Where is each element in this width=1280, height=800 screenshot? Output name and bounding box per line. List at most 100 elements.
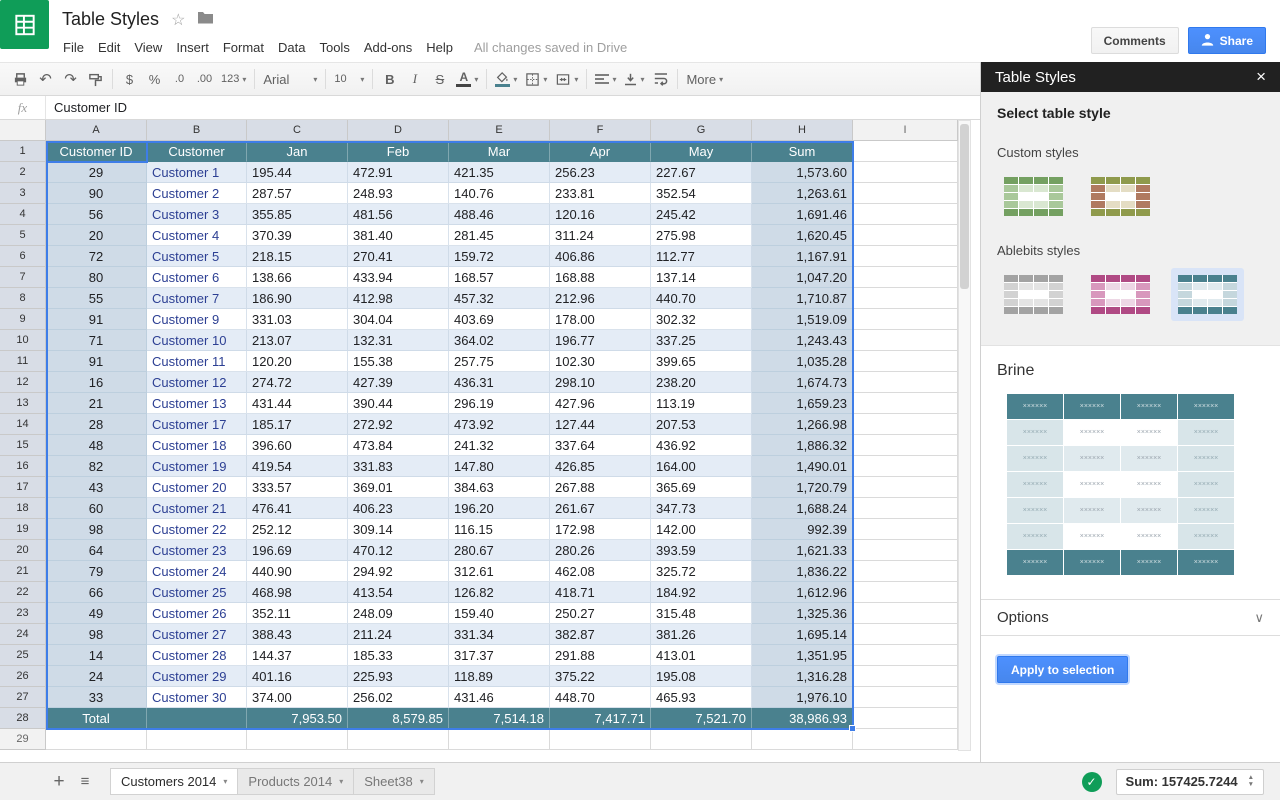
cell[interactable]: 71 [46, 330, 147, 351]
cell[interactable]: 120.20 [247, 351, 348, 372]
cell[interactable]: 1,167.91 [752, 246, 853, 267]
cell[interactable]: 470.12 [348, 540, 449, 561]
cell[interactable]: 333.57 [247, 477, 348, 498]
cell[interactable] [550, 729, 651, 750]
cell[interactable]: 195.08 [651, 666, 752, 687]
style-thumbnail-custom-green[interactable] [997, 170, 1070, 223]
menu-help[interactable]: Help [419, 40, 460, 55]
cell[interactable]: 403.69 [449, 309, 550, 330]
cell[interactable]: 144.37 [247, 645, 348, 666]
cell[interactable]: Customer 2 [147, 183, 247, 204]
cell[interactable]: 33 [46, 687, 147, 708]
cell[interactable]: 60 [46, 498, 147, 519]
cell[interactable]: 155.38 [348, 351, 449, 372]
cell[interactable]: 185.33 [348, 645, 449, 666]
formula-input[interactable]: Customer ID [46, 100, 127, 115]
cell[interactable]: 287.57 [247, 183, 348, 204]
decrease-decimal-button[interactable]: .0 [167, 66, 192, 92]
scrollbar-thumb[interactable] [960, 124, 969, 289]
cell[interactable]: 164.00 [651, 456, 752, 477]
font-size-select[interactable]: 10▾ [330, 66, 368, 92]
cell[interactable]: 280.26 [550, 540, 651, 561]
row-header-27[interactable]: 27 [0, 687, 46, 708]
cell[interactable]: Customer 6 [147, 267, 247, 288]
cell[interactable]: 168.57 [449, 267, 550, 288]
cell[interactable]: 245.42 [651, 204, 752, 225]
cell[interactable]: 1,620.45 [752, 225, 853, 246]
cell[interactable]: 388.43 [247, 624, 348, 645]
cell[interactable]: 374.00 [247, 687, 348, 708]
row-header-5[interactable]: 5 [0, 225, 46, 246]
row-header-16[interactable]: 16 [0, 456, 46, 477]
row-header-25[interactable]: 25 [0, 645, 46, 666]
cell[interactable]: 196.77 [550, 330, 651, 351]
cell[interactable]: 7,417.71 [550, 708, 651, 729]
cell[interactable]: 195.44 [247, 162, 348, 183]
grid-corner[interactable] [0, 120, 46, 141]
paint-format-button[interactable] [83, 66, 108, 92]
tab-dropdown-icon[interactable]: ▾ [339, 777, 343, 786]
cell[interactable]: 1,612.96 [752, 582, 853, 603]
cell[interactable] [853, 666, 958, 687]
cell[interactable]: 352.54 [651, 183, 752, 204]
row-header-12[interactable]: 12 [0, 372, 46, 393]
row-header-28[interactable]: 28 [0, 708, 46, 729]
row-header-11[interactable]: 11 [0, 351, 46, 372]
cell[interactable]: 413.54 [348, 582, 449, 603]
cell[interactable]: 465.93 [651, 687, 752, 708]
cell[interactable]: Sum [752, 141, 853, 162]
cell[interactable]: 431.44 [247, 393, 348, 414]
cell[interactable] [853, 456, 958, 477]
comments-button[interactable]: Comments [1091, 27, 1179, 54]
cell[interactable]: 138.66 [247, 267, 348, 288]
col-header-C[interactable]: C [247, 120, 348, 141]
cell[interactable] [853, 477, 958, 498]
cell[interactable]: 49 [46, 603, 147, 624]
menu-tools[interactable]: Tools [312, 40, 356, 55]
cell[interactable] [247, 729, 348, 750]
cell[interactable]: 38,986.93 [752, 708, 853, 729]
cell[interactable]: 309.14 [348, 519, 449, 540]
number-format-button[interactable]: 123▾ [217, 66, 250, 92]
cell[interactable]: 1,490.01 [752, 456, 853, 477]
cell[interactable]: 72 [46, 246, 147, 267]
cell[interactable]: 337.25 [651, 330, 752, 351]
col-header-H[interactable]: H [752, 120, 853, 141]
sum-stepper-icon[interactable]: ▲▼ [1248, 775, 1254, 788]
font-name-select[interactable]: Arial▾ [259, 66, 321, 92]
cell[interactable]: 281.45 [449, 225, 550, 246]
cell[interactable]: 370.39 [247, 225, 348, 246]
row-header-9[interactable]: 9 [0, 309, 46, 330]
cell[interactable]: 418.71 [550, 582, 651, 603]
cell[interactable]: Customer 17 [147, 414, 247, 435]
cell[interactable]: 412.98 [348, 288, 449, 309]
cell[interactable]: 250.27 [550, 603, 651, 624]
cell[interactable]: 64 [46, 540, 147, 561]
style-thumbnail-magenta[interactable] [1084, 268, 1157, 321]
cell[interactable]: Customer 23 [147, 540, 247, 561]
cell[interactable]: 126.82 [449, 582, 550, 603]
row-header-13[interactable]: 13 [0, 393, 46, 414]
cell[interactable]: Apr [550, 141, 651, 162]
cell[interactable]: Customer 19 [147, 456, 247, 477]
cell[interactable]: 427.96 [550, 393, 651, 414]
cell[interactable]: 256.02 [348, 687, 449, 708]
cell[interactable] [853, 498, 958, 519]
cell[interactable]: 468.98 [247, 582, 348, 603]
cell[interactable]: 355.85 [247, 204, 348, 225]
cell[interactable]: 365.69 [651, 477, 752, 498]
cell[interactable] [147, 708, 247, 729]
cell[interactable]: 211.24 [348, 624, 449, 645]
cell[interactable]: 91 [46, 351, 147, 372]
cell[interactable]: 24 [46, 666, 147, 687]
cell[interactable]: 79 [46, 561, 147, 582]
cell[interactable]: 436.31 [449, 372, 550, 393]
cell[interactable]: 29 [46, 162, 147, 183]
cell[interactable]: 241.32 [449, 435, 550, 456]
cell[interactable] [853, 393, 958, 414]
cell[interactable]: 390.44 [348, 393, 449, 414]
menu-view[interactable]: View [127, 40, 169, 55]
cell[interactable]: 257.75 [449, 351, 550, 372]
cell[interactable]: 382.87 [550, 624, 651, 645]
cell[interactable]: Customer ID [46, 141, 147, 162]
